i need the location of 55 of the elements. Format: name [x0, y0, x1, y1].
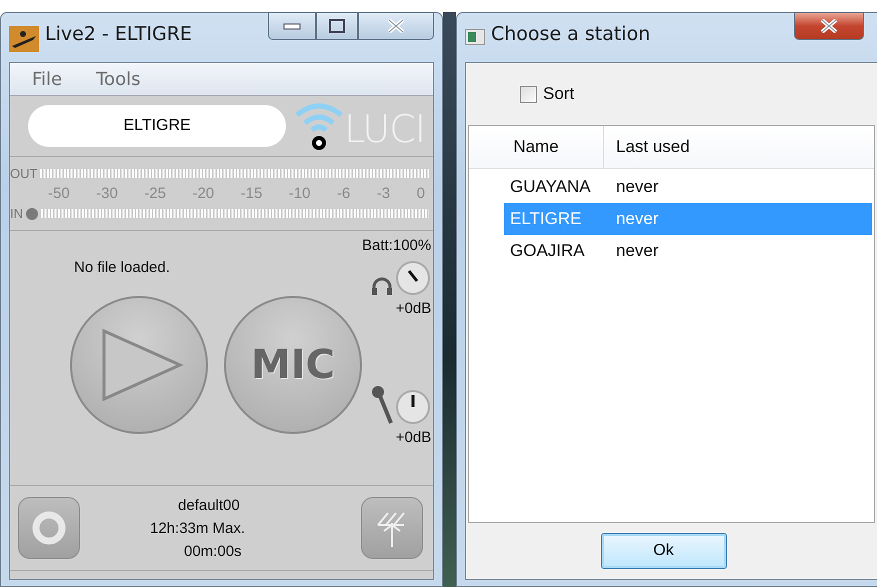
- sort-checkbox[interactable]: [520, 86, 537, 102]
- profile-name: default00: [178, 496, 240, 516]
- menu-item[interactable]: File: [32, 68, 62, 90]
- minimize-button[interactable]: [268, 12, 316, 40]
- scale-label: -6: [336, 185, 350, 202]
- close-icon: [819, 19, 839, 33]
- headphones-icon: [371, 276, 394, 296]
- scale-label: -20: [192, 185, 214, 202]
- input-indicator: [26, 208, 38, 220]
- column-header[interactable]: Last used: [604, 126, 874, 168]
- maximize-icon: [329, 19, 345, 33]
- scale-label: -30: [96, 185, 118, 202]
- window-title: Live2 - ELTIGRE: [45, 23, 192, 45]
- in-label: IN: [10, 206, 23, 221]
- close-icon: [386, 19, 406, 33]
- menu-item[interactable]: Tools: [96, 68, 140, 90]
- maximize-button[interactable]: [316, 12, 358, 40]
- sort-label: Sort: [543, 84, 574, 104]
- window-title: Choose a station: [491, 23, 650, 45]
- minimize-icon: [283, 22, 301, 30]
- station-row[interactable]: GUAYANA never: [504, 171, 872, 203]
- volume-knob[interactable]: [395, 260, 432, 296]
- scale-label: -3: [376, 185, 390, 202]
- ring-icon: [32, 511, 66, 545]
- last-used: never: [616, 177, 659, 197]
- close-button[interactable]: [794, 12, 864, 40]
- microphone-icon: [371, 385, 394, 425]
- volume-knob[interactable]: [395, 389, 432, 425]
- last-used: never: [616, 241, 659, 261]
- station-name: GUAYANA: [509, 177, 592, 197]
- wifi-icon: [294, 101, 344, 151]
- scale-label: -50: [48, 185, 70, 202]
- station-name: ELTIGRE: [509, 209, 582, 229]
- window-icon: [465, 29, 485, 45]
- battery-status: Batt:100%: [362, 237, 432, 254]
- scale-label: -25: [144, 185, 166, 202]
- ok-button[interactable]: Ok: [600, 533, 726, 569]
- scale-label: 0: [416, 185, 425, 202]
- station-name: GOAJIRA: [509, 241, 586, 261]
- scale-label: -15: [240, 185, 262, 202]
- station-field: ELTIGRE: [28, 105, 286, 147]
- last-used: never: [616, 209, 659, 229]
- app-icon: [9, 26, 39, 52]
- column-header[interactable]: Name: [469, 126, 604, 168]
- scale-label: -10: [288, 185, 310, 202]
- mic-gain: +0dB: [396, 429, 432, 446]
- max-time: 12h:33m Max.: [150, 518, 246, 538]
- close-button[interactable]: [358, 12, 434, 40]
- elapsed-time: 00m:00s: [184, 542, 242, 562]
- station-row[interactable]: GOAJIRA never: [504, 235, 872, 267]
- file-status: No file loaded.: [74, 259, 170, 276]
- headphone-gain: +0dB: [396, 300, 432, 317]
- antenna-button[interactable]: [361, 497, 423, 559]
- out-label: OUT: [10, 166, 38, 181]
- record-button[interactable]: [18, 497, 80, 559]
